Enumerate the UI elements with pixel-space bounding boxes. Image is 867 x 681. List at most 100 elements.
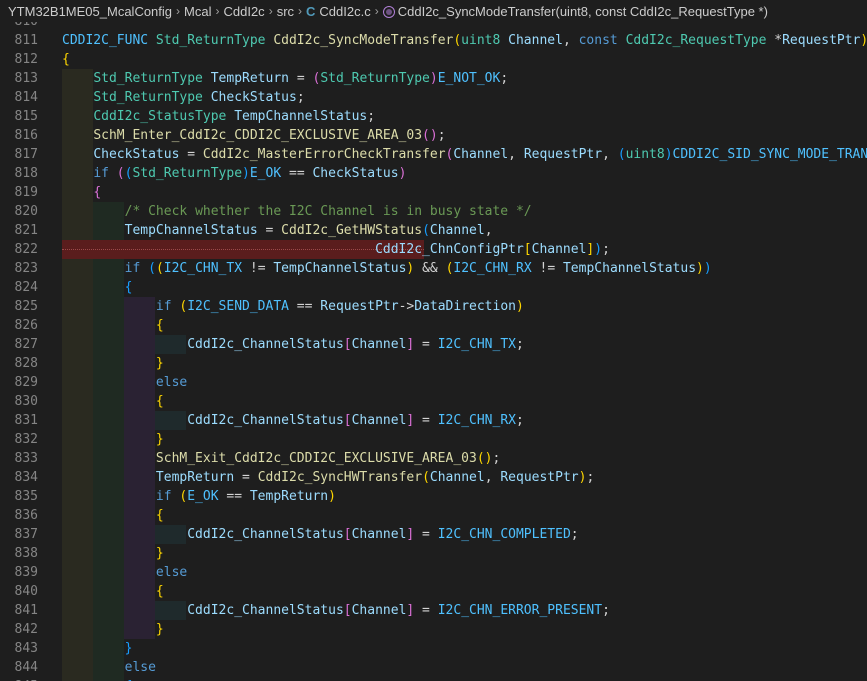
code-token: E_OK (187, 489, 219, 504)
code-text[interactable]: } (62, 354, 164, 373)
code-text[interactable]: else (62, 563, 187, 582)
code-text[interactable]: { (62, 506, 164, 525)
code-text[interactable]: CheckStatus = CddI2c_MasterErrorCheckTra… (62, 145, 867, 164)
breadcrumb-item-mcal[interactable]: Mcal (184, 4, 211, 19)
breadcrumb-item-cddi2c[interactable]: CddI2c (223, 4, 264, 19)
code-text[interactable]: TempReturn = CddI2c_SyncHWTransfer(Chann… (62, 468, 594, 487)
code-text[interactable]: if ((I2C_CHN_TX != TempChannelStatus) &&… (62, 259, 712, 278)
code-text[interactable]: Std_ReturnType CheckStatus; (62, 88, 304, 107)
code-text[interactable]: CddI2c_ChannelStatus[Channel] = I2C_CHN_… (62, 335, 524, 354)
code-token: CddI2c_SyncHWTransfer (257, 470, 423, 485)
code-line: 812 { (0, 50, 867, 69)
code-line: 825 if (I2C_SEND_DATA == RequestPtr->Dat… (0, 297, 867, 316)
code-text[interactable]: } (62, 620, 164, 639)
line-number: 839 (14, 565, 38, 580)
code-text[interactable]: { (62, 392, 164, 411)
code-text[interactable]: CDDI2C_FUNC Std_ReturnType CddI2c_SyncMo… (62, 31, 867, 50)
code-text[interactable]: } (62, 639, 133, 658)
code-token: Std_ReturnType (93, 71, 203, 86)
code-text[interactable]: { (62, 50, 70, 69)
code-text[interactable]: { (62, 677, 133, 681)
breadcrumb-item-project[interactable]: YTM32B1ME05_McalConfig (8, 4, 172, 19)
code-token: , (602, 147, 618, 162)
code-text[interactable]: { (62, 183, 101, 202)
code-token: Channel (453, 147, 509, 162)
code-token: = (414, 527, 438, 542)
code-token: = (414, 337, 438, 352)
code-text[interactable]: /* Check whether the I2C Channel is in b… (62, 202, 532, 221)
code-line: 824 { (0, 278, 867, 297)
code-token: , (484, 223, 493, 238)
breadcrumb-item-file[interactable]: CddI2c.c (319, 4, 370, 19)
line-number: 821 (14, 223, 38, 238)
breadcrumb-item-src[interactable]: src (277, 4, 294, 19)
code-token: /* Check whether the I2C Channel is in b… (124, 204, 532, 219)
code-text[interactable]: TempChannelStatus = CddI2c_GetHWStatus(C… (62, 221, 493, 240)
code-text[interactable]: Std_ReturnType TempReturn = (Std_ReturnT… (62, 69, 508, 88)
code-token: else (155, 375, 188, 390)
code-token: [ (343, 337, 352, 352)
code-line: 822 CddI2c_ChnConfigPtr[Channel]); (0, 240, 867, 259)
code-token: ; (367, 109, 376, 124)
code-token: Channel (351, 413, 407, 428)
code-token: ) (664, 147, 673, 162)
code-text[interactable]: CddI2c_StatusType TempChannelStatus; (62, 107, 375, 126)
code-text[interactable]: CddI2c_ChannelStatus[Channel] = I2C_CHN_… (62, 601, 610, 620)
code-token: = (289, 71, 313, 86)
code-line: 834 TempReturn = CddI2c_SyncHWTransfer(C… (0, 468, 867, 487)
line-number: 827 (14, 337, 38, 352)
code-token: , (562, 33, 579, 48)
code-token: CddI2c_ChannelStatus (187, 413, 344, 428)
code-line: 813 Std_ReturnType TempReturn = (Std_Ret… (0, 69, 867, 88)
code-text[interactable]: CddI2c_ChnConfigPtr[Channel]); (62, 240, 610, 259)
code-token: ; (492, 451, 501, 466)
line-number: 836 (14, 508, 38, 523)
code-text[interactable]: else (62, 373, 187, 392)
code-token: Channel (531, 242, 587, 257)
code-line: 843 } (0, 639, 867, 658)
code-text[interactable]: if ((Std_ReturnType)E_OK == CheckStatus) (62, 164, 406, 183)
code-text[interactable]: SchM_Enter_CddI2c_CDDI2C_EXCLUSIVE_AREA_… (62, 126, 445, 145)
code-line: 823 if ((I2C_CHN_TX != TempChannelStatus… (0, 259, 867, 278)
code-token: = (179, 147, 203, 162)
code-line: 816 SchM_Enter_CddI2c_CDDI2C_EXCLUSIVE_A… (0, 126, 867, 145)
code-token: RequestPtr (523, 147, 603, 162)
code-token: ) (860, 33, 867, 48)
code-text[interactable]: else (62, 658, 156, 677)
code-line: 838 } (0, 544, 867, 563)
code-text[interactable]: CddI2c_ChannelStatus[Channel] = I2C_CHN_… (62, 525, 578, 544)
code-text[interactable]: } (62, 544, 164, 563)
breadcrumb-item-function[interactable]: CddI2c_SyncModeTransfer(uint8, const Cdd… (398, 4, 768, 19)
code-text[interactable]: if (I2C_SEND_DATA == RequestPtr->DataDir… (62, 297, 524, 316)
code-text[interactable]: CddI2c_ChannelStatus[Channel] = I2C_CHN_… (62, 411, 524, 430)
code-text[interactable]: if (E_OK == TempReturn) (62, 487, 336, 506)
code-text[interactable]: SchM_Exit_CddI2c_CDDI2C_EXCLUSIVE_AREA_0… (62, 449, 500, 468)
code-line-partial: 810 (0, 22, 867, 31)
line-number: 824 (14, 280, 38, 295)
code-token: TempChannelStatus (124, 223, 258, 238)
code-token: I2C_CHN_RX (453, 261, 532, 276)
code-text[interactable]: { (62, 316, 164, 335)
code-token: ; (602, 603, 610, 618)
code-token: E_OK (249, 166, 282, 181)
code-token: ) (242, 166, 250, 181)
code-editor[interactable]: 810 811 CDDI2C_FUNC Std_ReturnType CddI2c… (0, 22, 867, 681)
code-token: ) (515, 299, 524, 314)
code-text[interactable]: } (62, 430, 164, 449)
line-number: 845 (0, 677, 38, 681)
line-number: 822 (14, 242, 38, 257)
code-text[interactable]: { (62, 278, 133, 297)
code-text[interactable]: { (62, 582, 164, 601)
code-token: CDDI2C_SID_SYNC_MODE_TRANSFER (672, 147, 867, 162)
